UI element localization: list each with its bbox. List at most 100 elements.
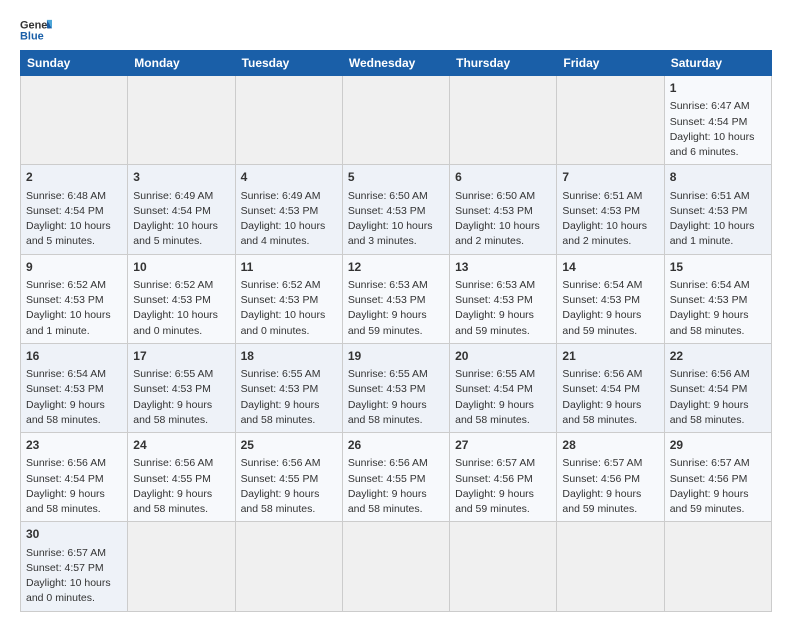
day-number: 8 [670, 169, 766, 186]
calendar-cell: 23 Sunrise: 6:56 AMSunset: 4:54 PMDayligh… [21, 433, 128, 522]
day-info: Sunrise: 6:51 AMSunset: 4:53 PMDaylight:… [670, 190, 755, 248]
calendar-week-row: 1 Sunrise: 6:47 AMSunset: 4:54 PMDaylight… [21, 76, 772, 165]
calendar-cell: 19 Sunrise: 6:55 AMSunset: 4:53 PMDayligh… [342, 343, 449, 432]
calendar-cell [235, 76, 342, 165]
calendar-cell [342, 522, 449, 611]
day-number: 9 [26, 259, 122, 276]
day-number: 10 [133, 259, 229, 276]
day-info: Sunrise: 6:51 AMSunset: 4:53 PMDaylight:… [562, 190, 647, 248]
day-number: 29 [670, 437, 766, 454]
calendar-cell: 1 Sunrise: 6:47 AMSunset: 4:54 PMDaylight… [664, 76, 771, 165]
day-number: 19 [348, 348, 444, 365]
day-number: 12 [348, 259, 444, 276]
day-number: 3 [133, 169, 229, 186]
day-info: Sunrise: 6:52 AMSunset: 4:53 PMDaylight:… [241, 279, 326, 337]
calendar-cell: 3 Sunrise: 6:49 AMSunset: 4:54 PMDaylight… [128, 165, 235, 254]
calendar-cell: 21 Sunrise: 6:56 AMSunset: 4:54 PMDayligh… [557, 343, 664, 432]
calendar-cell: 20Sunrise: 6:55 AMSunset: 4:54 PMDayligh… [450, 343, 557, 432]
day-number: 5 [348, 169, 444, 186]
calendar-cell: 27 Sunrise: 6:57 AMSunset: 4:56 PMDayligh… [450, 433, 557, 522]
day-info: Sunrise: 6:56 AMSunset: 4:55 PMDaylight:… [133, 457, 213, 515]
day-info: Sunrise: 6:57 AMSunset: 4:57 PMDaylight:… [26, 547, 111, 605]
day-info: Sunrise: 6:56 AMSunset: 4:54 PMDaylight:… [26, 457, 106, 515]
day-info: Sunrise: 6:55 AMSunset: 4:53 PMDaylight:… [133, 368, 213, 426]
day-info: Sunrise: 6:49 AMSunset: 4:54 PMDaylight:… [133, 190, 218, 248]
day-number: 24 [133, 437, 229, 454]
calendar-cell [450, 76, 557, 165]
day-number: 18 [241, 348, 337, 365]
day-number: 26 [348, 437, 444, 454]
day-info: Sunrise: 6:50 AMSunset: 4:53 PMDaylight:… [348, 190, 433, 248]
calendar-cell [664, 522, 771, 611]
day-info: Sunrise: 6:54 AMSunset: 4:53 PMDaylight:… [26, 368, 106, 426]
col-header-tuesday: Tuesday [235, 51, 342, 76]
day-info: Sunrise: 6:52 AMSunset: 4:53 PMDaylight:… [26, 279, 111, 337]
day-info: Sunrise: 6:55 AMSunset: 4:53 PMDaylight:… [348, 368, 428, 426]
calendar-cell: 10 Sunrise: 6:52 AMSunset: 4:53 PMDayligh… [128, 254, 235, 343]
calendar-cell [21, 76, 128, 165]
calendar-cell: 24 Sunrise: 6:56 AMSunset: 4:55 PMDayligh… [128, 433, 235, 522]
day-info: Sunrise: 6:57 AMSunset: 4:56 PMDaylight:… [455, 457, 535, 515]
day-info: Sunrise: 6:57 AMSunset: 4:56 PMDaylight:… [670, 457, 750, 515]
calendar-cell [557, 76, 664, 165]
calendar-cell: 6 Sunrise: 6:50 AMSunset: 4:53 PMDaylight… [450, 165, 557, 254]
day-number: 1 [670, 80, 766, 97]
calendar-cell: 12 Sunrise: 6:53 AMSunset: 4:53 PMDayligh… [342, 254, 449, 343]
col-header-sunday: Sunday [21, 51, 128, 76]
calendar-cell: 22Sunrise: 6:56 AMSunset: 4:54 PMDayligh… [664, 343, 771, 432]
calendar-week-row: 16 Sunrise: 6:54 AMSunset: 4:53 PMDayligh… [21, 343, 772, 432]
calendar-week-row: 23 Sunrise: 6:56 AMSunset: 4:54 PMDayligh… [21, 433, 772, 522]
day-number: 2 [26, 169, 122, 186]
day-info: Sunrise: 6:50 AMSunset: 4:53 PMDaylight:… [455, 190, 540, 248]
day-info: Sunrise: 6:52 AMSunset: 4:53 PMDaylight:… [133, 279, 218, 337]
calendar-cell: 26 Sunrise: 6:56 AMSunset: 4:55 PMDayligh… [342, 433, 449, 522]
calendar-cell [128, 522, 235, 611]
day-number: 16 [26, 348, 122, 365]
day-number: 15 [670, 259, 766, 276]
day-info: Sunrise: 6:56 AMSunset: 4:55 PMDaylight:… [241, 457, 321, 515]
day-info: Sunrise: 6:53 AMSunset: 4:53 PMDaylight:… [348, 279, 428, 337]
day-number: 21 [562, 348, 658, 365]
calendar-cell: 30 Sunrise: 6:57 AMSunset: 4:57 PMDayligh… [21, 522, 128, 611]
page-header: General Blue [20, 16, 772, 44]
day-number: 27 [455, 437, 551, 454]
calendar-table: SundayMondayTuesdayWednesdayThursdayFrid… [20, 50, 772, 612]
col-header-wednesday: Wednesday [342, 51, 449, 76]
day-info: Sunrise: 6:56 AMSunset: 4:54 PMDaylight:… [670, 368, 750, 426]
day-number: 6 [455, 169, 551, 186]
logo: General Blue [20, 16, 52, 44]
calendar-cell: 5 Sunrise: 6:50 AMSunset: 4:53 PMDaylight… [342, 165, 449, 254]
calendar-cell [450, 522, 557, 611]
calendar-cell: 13Sunrise: 6:53 AMSunset: 4:53 PMDayligh… [450, 254, 557, 343]
day-number: 25 [241, 437, 337, 454]
day-number: 30 [26, 526, 122, 543]
day-info: Sunrise: 6:56 AMSunset: 4:55 PMDaylight:… [348, 457, 428, 515]
calendar-cell: 17 Sunrise: 6:55 AMSunset: 4:53 PMDayligh… [128, 343, 235, 432]
svg-text:Blue: Blue [20, 30, 44, 42]
calendar-cell: 2 Sunrise: 6:48 AMSunset: 4:54 PMDaylight… [21, 165, 128, 254]
day-number: 11 [241, 259, 337, 276]
col-header-saturday: Saturday [664, 51, 771, 76]
day-number: 23 [26, 437, 122, 454]
calendar-cell: 15Sunrise: 6:54 AMSunset: 4:53 PMDayligh… [664, 254, 771, 343]
general-blue-logo-icon: General Blue [20, 16, 52, 44]
calendar-week-row: 2 Sunrise: 6:48 AMSunset: 4:54 PMDaylight… [21, 165, 772, 254]
calendar-cell: 8 Sunrise: 6:51 AMSunset: 4:53 PMDaylight… [664, 165, 771, 254]
day-number: 20 [455, 348, 551, 365]
calendar-week-row: 9 Sunrise: 6:52 AMSunset: 4:53 PMDaylight… [21, 254, 772, 343]
day-number: 17 [133, 348, 229, 365]
calendar-cell: 7Sunrise: 6:51 AMSunset: 4:53 PMDaylight… [557, 165, 664, 254]
calendar-cell [342, 76, 449, 165]
calendar-week-row: 30 Sunrise: 6:57 AMSunset: 4:57 PMDayligh… [21, 522, 772, 611]
day-number: 14 [562, 259, 658, 276]
day-info: Sunrise: 6:49 AMSunset: 4:53 PMDaylight:… [241, 190, 326, 248]
calendar-cell [557, 522, 664, 611]
day-info: Sunrise: 6:48 AMSunset: 4:54 PMDaylight:… [26, 190, 111, 248]
day-number: 28 [562, 437, 658, 454]
calendar-cell: 16 Sunrise: 6:54 AMSunset: 4:53 PMDayligh… [21, 343, 128, 432]
calendar-cell: 4Sunrise: 6:49 AMSunset: 4:53 PMDaylight… [235, 165, 342, 254]
day-info: Sunrise: 6:47 AMSunset: 4:54 PMDaylight:… [670, 100, 755, 158]
calendar-cell: 9 Sunrise: 6:52 AMSunset: 4:53 PMDaylight… [21, 254, 128, 343]
day-info: Sunrise: 6:53 AMSunset: 4:53 PMDaylight:… [455, 279, 535, 337]
day-info: Sunrise: 6:56 AMSunset: 4:54 PMDaylight:… [562, 368, 642, 426]
